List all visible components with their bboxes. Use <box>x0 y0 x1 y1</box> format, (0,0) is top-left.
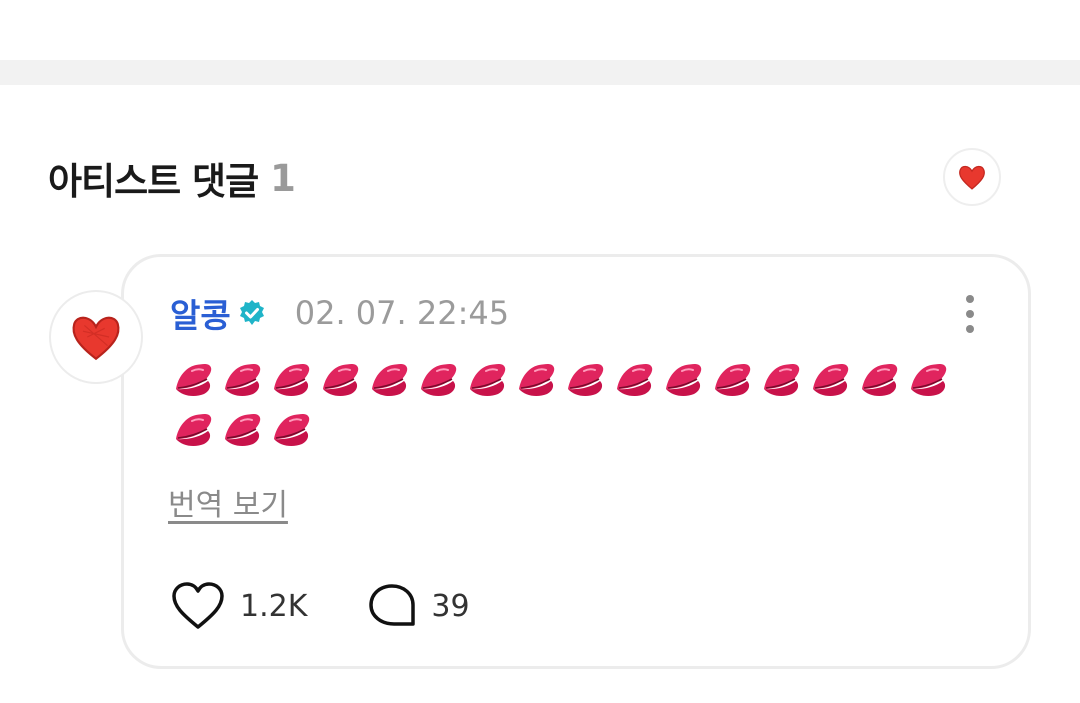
avatar[interactable] <box>49 290 143 384</box>
kiss-lips-icon <box>568 364 604 397</box>
more-dot <box>966 310 974 318</box>
kiss-lips-icon <box>764 364 800 397</box>
verified-badge-icon <box>237 298 267 328</box>
kiss-lips-icon <box>225 414 261 447</box>
kiss-lips-icon <box>519 364 555 397</box>
section-header: 아티스트 댓글 1 <box>48 148 296 208</box>
kiss-lips-icon <box>666 364 702 397</box>
kiss-lips-icon <box>274 414 310 447</box>
comment-text <box>170 354 970 454</box>
kiss-lips-icon <box>862 364 898 397</box>
section-count: 1 <box>270 156 296 200</box>
kiss-lips-icon <box>911 364 947 397</box>
kiss-lips-icon <box>715 364 751 397</box>
kiss-lips-icon <box>813 364 849 397</box>
speech-bubble-icon <box>369 584 416 626</box>
kiss-lips-icon <box>274 364 310 397</box>
author-name[interactable]: 알콩 <box>170 289 231 337</box>
like-count: 1.2K <box>240 588 308 624</box>
top-blank-area <box>0 0 1080 60</box>
kiss-lips-icon <box>323 364 359 397</box>
comment-author-row: 알콩 02. 07. 22:45 <box>170 290 509 336</box>
red-heart-icon <box>959 165 985 190</box>
reply-count: 39 <box>431 588 470 624</box>
heart-outline-icon <box>172 582 224 629</box>
kiss-lips-icon <box>372 364 408 397</box>
emoji-row <box>170 354 970 404</box>
kiss-lips-icon <box>617 364 653 397</box>
more-vertical-icon <box>966 295 974 303</box>
kiss-lips-icon <box>176 364 212 397</box>
comment-actions: 1.2K 39 <box>170 578 470 634</box>
kiss-lips-icon <box>421 364 457 397</box>
translate-link[interactable]: 번역 보기 <box>168 480 288 524</box>
reply-button[interactable]: 39 <box>367 582 470 630</box>
kiss-lips-icon <box>470 364 506 397</box>
kiss-lips-icon <box>176 414 212 447</box>
header-artist-avatar[interactable] <box>943 148 1001 206</box>
like-button[interactable]: 1.2K <box>170 581 307 631</box>
more-options-button[interactable] <box>955 292 985 336</box>
kiss-lips-icon <box>225 364 261 397</box>
red-heart-icon <box>72 316 120 361</box>
emoji-row <box>170 404 970 454</box>
section-divider <box>0 60 1080 85</box>
comment-timestamp: 02. 07. 22:45 <box>294 294 510 332</box>
more-dot <box>966 325 974 333</box>
section-title: 아티스트 댓글 <box>48 160 259 203</box>
